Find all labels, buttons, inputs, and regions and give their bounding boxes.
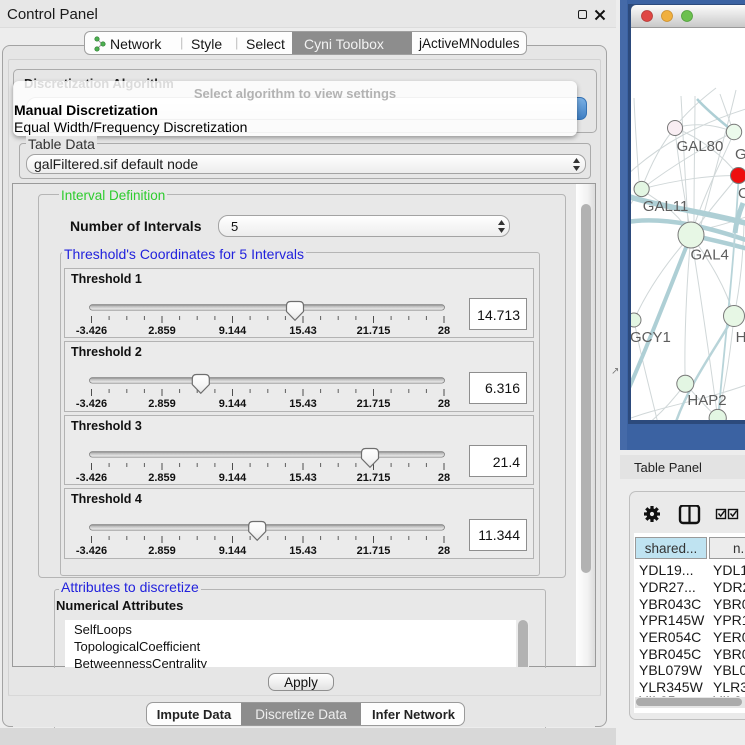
svg-text:28: 28 xyxy=(438,545,450,557)
svg-text:GAL4: GAL4 xyxy=(691,247,729,264)
svg-text:9.144: 9.144 xyxy=(219,325,247,337)
svg-text:28: 28 xyxy=(438,472,450,484)
svg-text:-3.426: -3.426 xyxy=(76,472,107,484)
svg-text:21.715: 21.715 xyxy=(357,545,391,557)
svg-text:-3.426: -3.426 xyxy=(76,325,107,337)
svg-text:HAP2: HAP2 xyxy=(687,392,726,409)
svg-text:9.144: 9.144 xyxy=(219,545,247,557)
svg-text:15.43: 15.43 xyxy=(289,325,317,337)
svg-text:9.144: 9.144 xyxy=(219,398,247,410)
svg-text:28: 28 xyxy=(438,325,450,337)
svg-text:2.859: 2.859 xyxy=(148,398,176,410)
svg-text:GA: GA xyxy=(735,146,745,163)
svg-text:GCY1: GCY1 xyxy=(631,329,671,346)
svg-text:9.144: 9.144 xyxy=(219,472,247,484)
svg-text:2.859: 2.859 xyxy=(148,545,176,557)
svg-text:15.43: 15.43 xyxy=(289,472,317,484)
svg-text:21.715: 21.715 xyxy=(357,325,391,337)
svg-text:GAL11: GAL11 xyxy=(643,198,689,215)
svg-text:15.43: 15.43 xyxy=(289,398,317,410)
svg-text:2.859: 2.859 xyxy=(148,472,176,484)
svg-text:21.715: 21.715 xyxy=(357,472,391,484)
svg-text:GAL80: GAL80 xyxy=(677,138,724,155)
svg-text:15.43: 15.43 xyxy=(289,545,317,557)
svg-text:2.859: 2.859 xyxy=(148,325,176,337)
svg-text:-3.426: -3.426 xyxy=(76,545,107,557)
svg-text:-3.426: -3.426 xyxy=(76,398,107,410)
svg-text:21.715: 21.715 xyxy=(357,398,391,410)
svg-text:28: 28 xyxy=(438,398,450,410)
svg-text:H: H xyxy=(736,329,745,346)
svg-text:CD: CD xyxy=(738,185,745,202)
